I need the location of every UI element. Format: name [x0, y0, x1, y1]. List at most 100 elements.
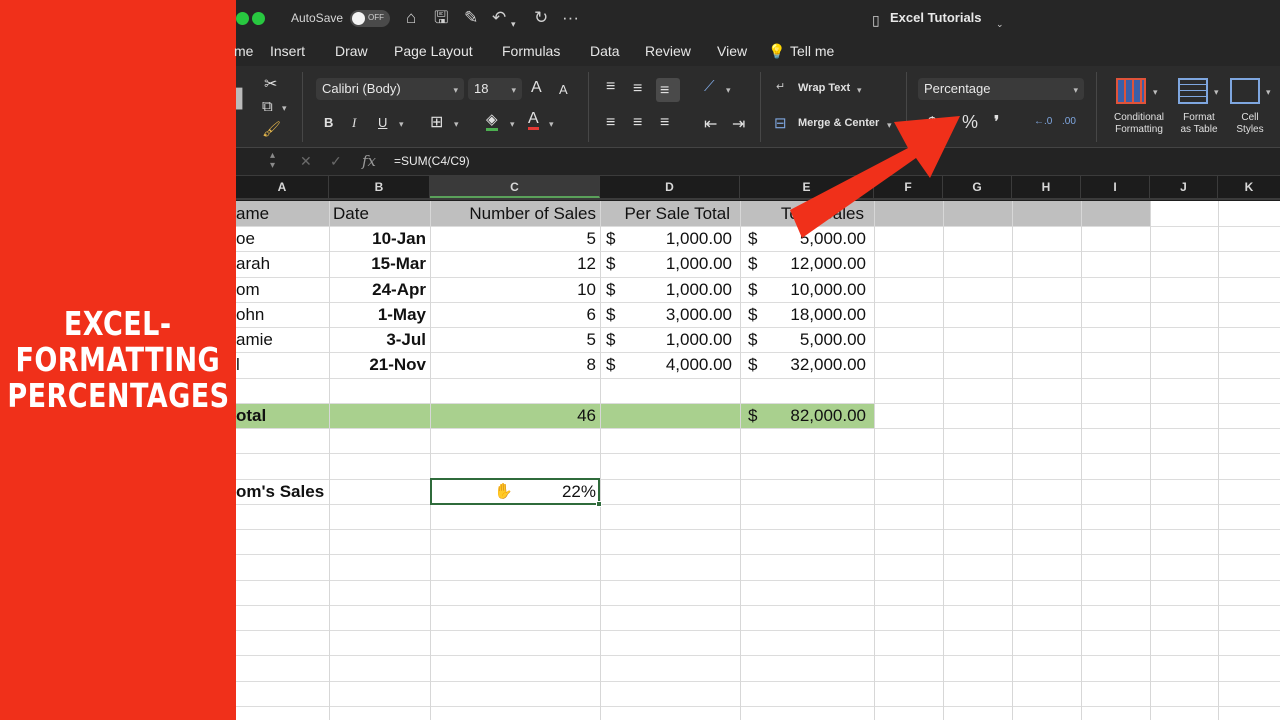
- column-header-b[interactable]: B: [329, 176, 430, 198]
- underline-dropdown-icon[interactable]: ▾: [399, 119, 404, 130]
- total-sales-amount[interactable]: 82,000.00: [740, 403, 866, 428]
- cell-date[interactable]: 15-Mar: [329, 251, 426, 276]
- font-name-select[interactable]: Calibri (Body) ▾: [316, 78, 464, 100]
- align-top-icon[interactable]: ≡: [606, 78, 615, 96]
- cell-date[interactable]: 3-Jul: [329, 327, 426, 352]
- toms-sales-label[interactable]: om's Sales: [236, 479, 324, 504]
- function-icon[interactable]: fx: [362, 152, 376, 170]
- cell-name[interactable]: amie: [236, 327, 273, 352]
- increase-font-size-button[interactable]: A: [531, 79, 542, 97]
- decrease-font-size-button[interactable]: A: [559, 82, 568, 97]
- borders-icon[interactable]: ⊞: [430, 112, 443, 132]
- header-name[interactable]: ame: [236, 201, 269, 226]
- cell-total[interactable]: 32,000.00: [740, 352, 866, 377]
- cell-name[interactable]: oe: [236, 226, 255, 251]
- conditional-formatting-icon[interactable]: [1116, 78, 1146, 104]
- orientation-icon[interactable]: ⟋: [704, 78, 715, 95]
- name-box-stepper-icon[interactable]: ▴ ▾: [270, 151, 275, 171]
- column-header-c[interactable]: C: [430, 176, 600, 198]
- copy-dropdown-icon[interactable]: ▾: [282, 103, 287, 114]
- undo-dropdown-icon[interactable]: ▾: [511, 14, 516, 34]
- increase-indent-icon[interactable]: ⇥: [732, 114, 745, 134]
- cell-name[interactable]: ohn: [236, 302, 264, 327]
- selected-cell-c12[interactable]: [430, 478, 602, 507]
- column-header-d[interactable]: D: [600, 176, 740, 198]
- cell-styles-dropdown-icon[interactable]: ▾: [1266, 87, 1271, 98]
- cell-sales-count[interactable]: 12: [430, 251, 596, 276]
- undo-icon[interactable]: ↶: [492, 8, 506, 28]
- number-format-select[interactable]: Percentage ▾: [918, 78, 1084, 100]
- increase-decimal-icon[interactable]: ←.0: [1034, 116, 1052, 127]
- font-color-icon[interactable]: A: [528, 111, 539, 130]
- underline-button[interactable]: U: [378, 115, 387, 130]
- wrap-text-icon[interactable]: ↵: [776, 80, 785, 93]
- orientation-dropdown-icon[interactable]: ▾: [726, 85, 731, 96]
- merge-icon[interactable]: ⊟: [774, 114, 787, 132]
- cell-name[interactable]: l: [236, 352, 240, 377]
- format-as-table-dropdown-icon[interactable]: ▾: [1214, 87, 1219, 98]
- decrease-decimal-icon[interactable]: .00: [1062, 116, 1076, 127]
- cell-name[interactable]: om: [236, 277, 260, 302]
- paste-icon[interactable]: ▌: [236, 88, 249, 109]
- redo-icon[interactable]: ↻: [534, 8, 548, 28]
- more-icon[interactable]: ···: [562, 8, 579, 28]
- tab-review[interactable]: Review: [645, 43, 691, 59]
- tab-data[interactable]: Data: [590, 43, 620, 59]
- cancel-icon[interactable]: ✕: [300, 153, 312, 170]
- font-size-select[interactable]: 18 ▾: [468, 78, 522, 100]
- total-label[interactable]: otal: [236, 403, 266, 428]
- cell-per-sale[interactable]: 3,000.00: [600, 302, 732, 327]
- save-icon[interactable]: 🖫: [434, 8, 448, 28]
- align-center-icon[interactable]: ≡: [633, 114, 642, 132]
- window-zoom-button[interactable]: [236, 12, 249, 25]
- window-maximize-button[interactable]: [252, 12, 265, 25]
- cell-total[interactable]: 10,000.00: [740, 277, 866, 302]
- cell-date[interactable]: 21-Nov: [329, 352, 426, 377]
- tell-me-search[interactable]: Tell me: [790, 43, 834, 59]
- cell-date[interactable]: 24-Apr: [329, 277, 426, 302]
- cut-icon[interactable]: ✂: [264, 74, 277, 94]
- column-header-a[interactable]: A: [236, 176, 329, 198]
- cell-total[interactable]: 5,000.00: [740, 327, 866, 352]
- cell-per-sale[interactable]: 1,000.00: [600, 327, 732, 352]
- format-painter-icon[interactable]: 🖌: [262, 120, 281, 138]
- confirm-icon[interactable]: ✓: [330, 153, 342, 170]
- wrap-text-button[interactable]: Wrap Text: [798, 82, 850, 94]
- align-left-icon[interactable]: ≡: [606, 114, 615, 132]
- bold-button[interactable]: B: [324, 115, 333, 130]
- cell-per-sale[interactable]: 1,000.00: [600, 226, 732, 251]
- cell-sales-count[interactable]: 5: [430, 226, 596, 251]
- font-color-dropdown-icon[interactable]: ▾: [549, 119, 554, 130]
- formula-input[interactable]: =SUM(C4/C9): [394, 154, 470, 168]
- autosave-toggle[interactable]: OFF: [350, 10, 390, 27]
- decrease-indent-icon[interactable]: ⇤: [704, 114, 717, 134]
- wrap-text-dropdown-icon[interactable]: ▾: [857, 85, 862, 96]
- column-header-j[interactable]: J: [1150, 176, 1218, 198]
- cell-sales-count[interactable]: 6: [430, 302, 596, 327]
- tab-view[interactable]: View: [717, 43, 747, 59]
- cell-date[interactable]: 10-Jan: [329, 226, 426, 251]
- cell-total[interactable]: 18,000.00: [740, 302, 866, 327]
- tab-draw[interactable]: Draw: [335, 43, 368, 59]
- home-icon[interactable]: ⌂: [406, 8, 416, 28]
- header-number-of-sales[interactable]: Number of Sales: [430, 201, 596, 226]
- column-header-k[interactable]: K: [1218, 176, 1280, 198]
- format-as-table-button[interactable]: Format as Table: [1170, 112, 1228, 136]
- tab-insert[interactable]: Insert: [270, 43, 305, 59]
- cell-name[interactable]: arah: [236, 251, 270, 276]
- italic-button[interactable]: I: [352, 115, 356, 131]
- cell-per-sale[interactable]: 1,000.00: [600, 277, 732, 302]
- copy-icon[interactable]: ⧉: [262, 98, 273, 115]
- tab-page-layout[interactable]: Page Layout: [394, 43, 473, 59]
- tab-formulas[interactable]: Formulas: [502, 43, 560, 59]
- conditional-formatting-button[interactable]: Conditional Formatting: [1104, 112, 1174, 136]
- cell-total[interactable]: 12,000.00: [740, 251, 866, 276]
- fill-handle[interactable]: [596, 501, 602, 507]
- borders-dropdown-icon[interactable]: ▾: [454, 119, 459, 130]
- cell-date[interactable]: 1-May: [329, 302, 426, 327]
- align-right-icon[interactable]: ≡: [660, 114, 669, 132]
- title-dropdown-icon[interactable]: ⌄: [996, 14, 1004, 34]
- cell-styles-button[interactable]: Cell Styles: [1228, 112, 1272, 136]
- fill-color-icon[interactable]: ◈: [486, 112, 498, 131]
- fill-color-dropdown-icon[interactable]: ▾: [510, 119, 515, 130]
